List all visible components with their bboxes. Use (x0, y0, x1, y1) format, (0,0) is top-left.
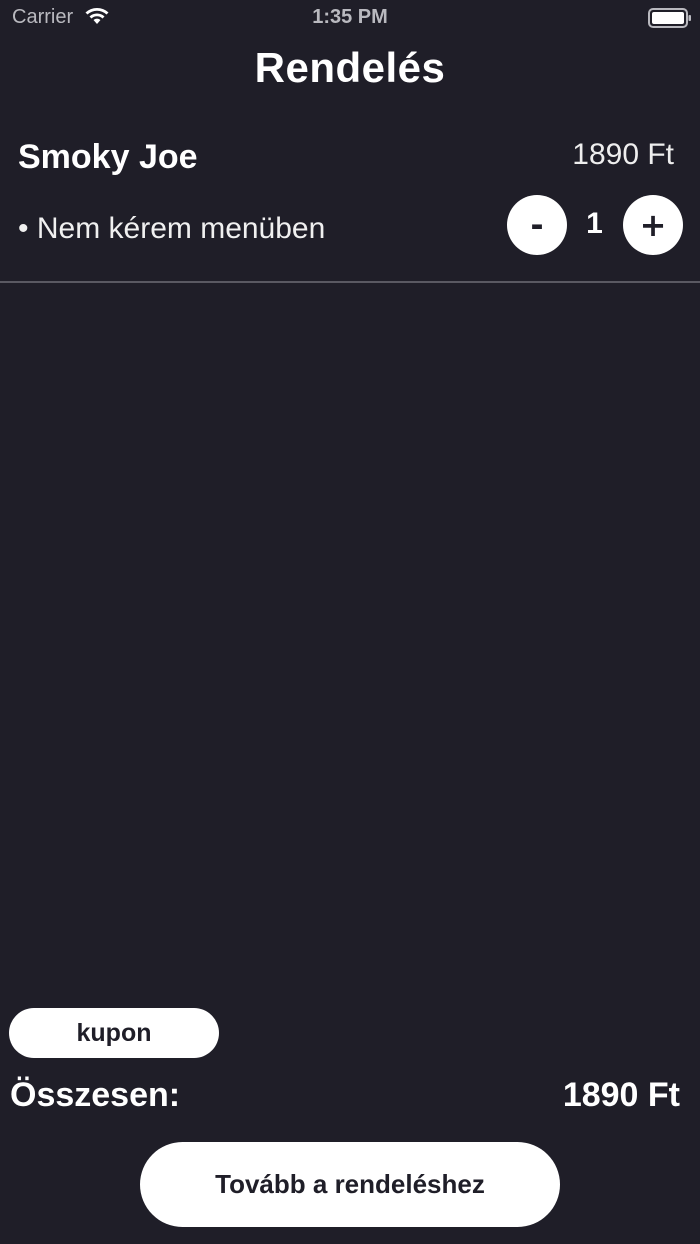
order-screen: Carrier 1:35 PM Rendelés Smoky Joe 1890 … (0, 0, 700, 1244)
increase-quantity-button[interactable]: + (623, 195, 683, 255)
continue-order-button[interactable]: Tovább a rendeléshez (140, 1142, 560, 1227)
decrease-quantity-button[interactable]: - (507, 195, 567, 255)
item-divider (0, 281, 700, 283)
page-title: Rendelés (254, 44, 446, 91)
item-name: Smoky Joe (18, 138, 198, 176)
status-time: 1:35 PM (312, 6, 388, 28)
battery-icon (648, 8, 691, 28)
status-bar: Carrier 1:35 PM (0, 0, 700, 36)
item-option: • Nem kérem menüben (18, 212, 326, 245)
total-value: 1890 Ft (562, 1076, 680, 1114)
item-price: 1890 Ft (572, 138, 674, 171)
quantity-value: 1 (586, 207, 603, 240)
coupon-button[interactable]: kupon (9, 1008, 219, 1058)
total-label: Összesen: (10, 1076, 181, 1114)
